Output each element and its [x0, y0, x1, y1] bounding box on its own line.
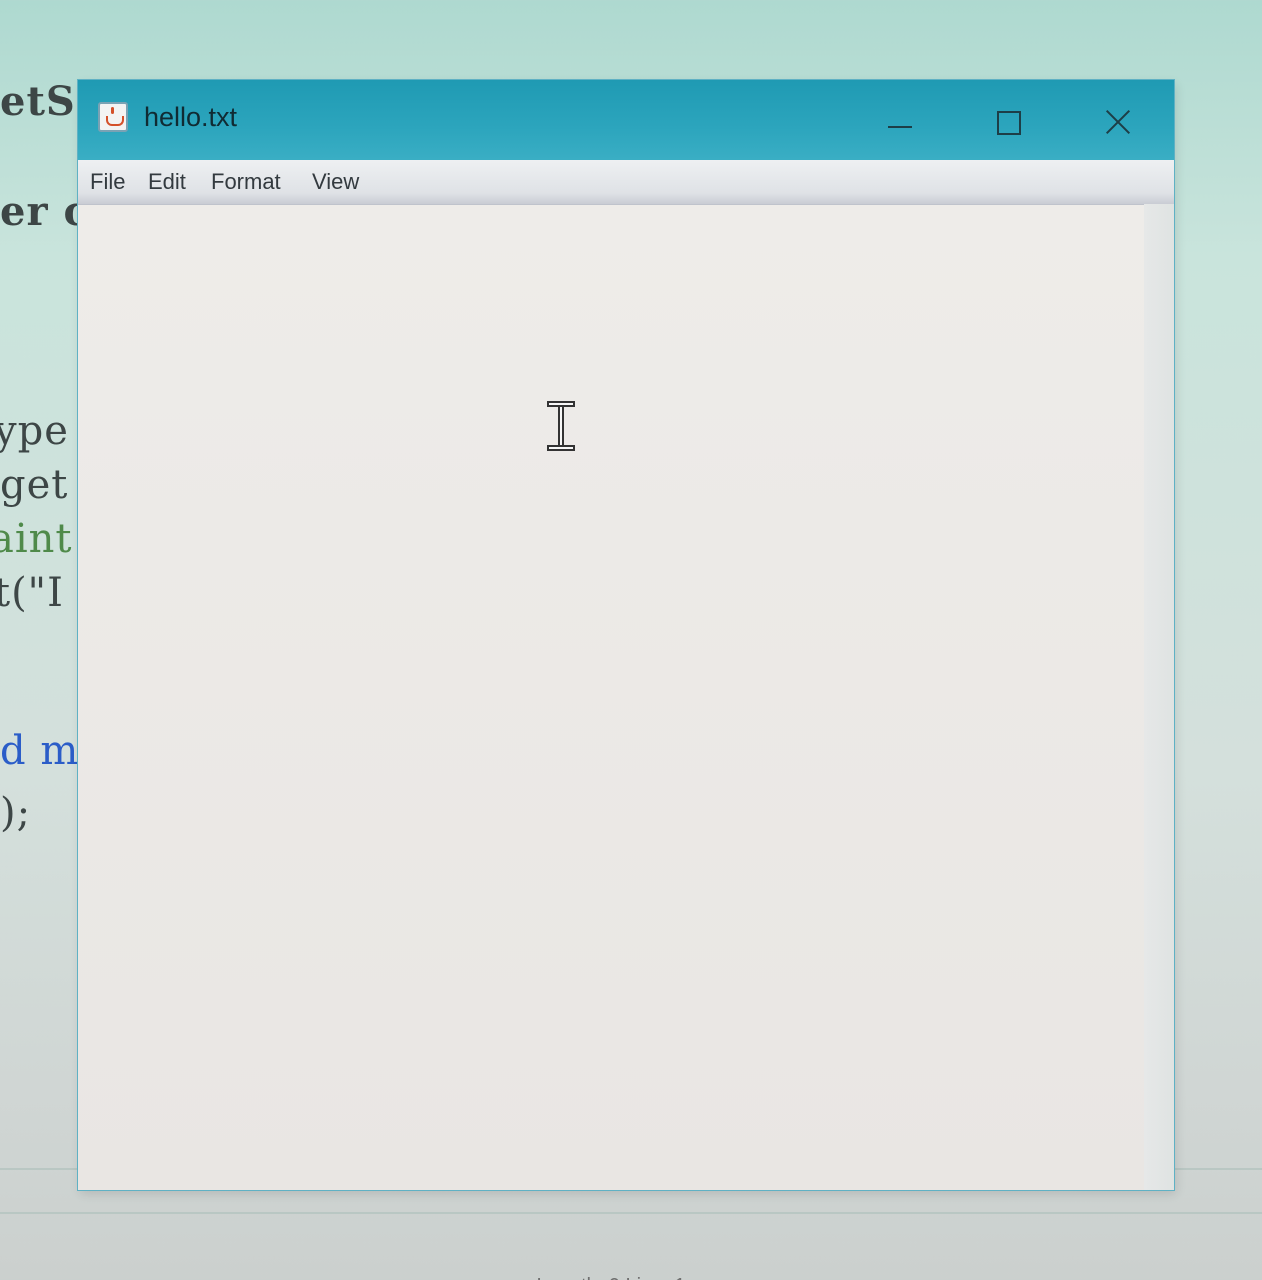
menu-format[interactable]: Format: [211, 160, 281, 204]
app-window[interactable]: hello.txt File Edit Format View Length: …: [78, 80, 1174, 1280]
menu-file[interactable]: File: [90, 160, 125, 204]
java-cup-icon[interactable]: [98, 102, 128, 132]
background-text-line: er c: [0, 188, 89, 235]
title-bar[interactable]: hello.txt: [78, 80, 1174, 160]
editor-text-area[interactable]: Length: 0 Line: 1: [78, 205, 1144, 1280]
background-text-line: );: [0, 790, 32, 836]
maximize-button[interactable]: [978, 102, 1038, 142]
background-divider: [0, 1212, 1262, 1214]
menu-view[interactable]: View: [312, 160, 359, 204]
window-edge: [1144, 204, 1174, 1190]
background-text-line: aint: [0, 516, 73, 562]
text-cursor-icon: [545, 401, 577, 451]
background-text-line: get: [0, 462, 69, 508]
window-title: hello.txt: [144, 102, 238, 132]
menu-bar: File Edit Format View: [78, 160, 1174, 205]
background-text-line: ype: [0, 408, 69, 454]
menu-edit[interactable]: Edit: [148, 160, 186, 204]
close-button[interactable]: [1088, 102, 1148, 142]
status-bar: Length: 0 Line: 1: [78, 1269, 1144, 1280]
minimize-button[interactable]: [870, 102, 930, 142]
background-text-line: t("I: [0, 570, 64, 616]
